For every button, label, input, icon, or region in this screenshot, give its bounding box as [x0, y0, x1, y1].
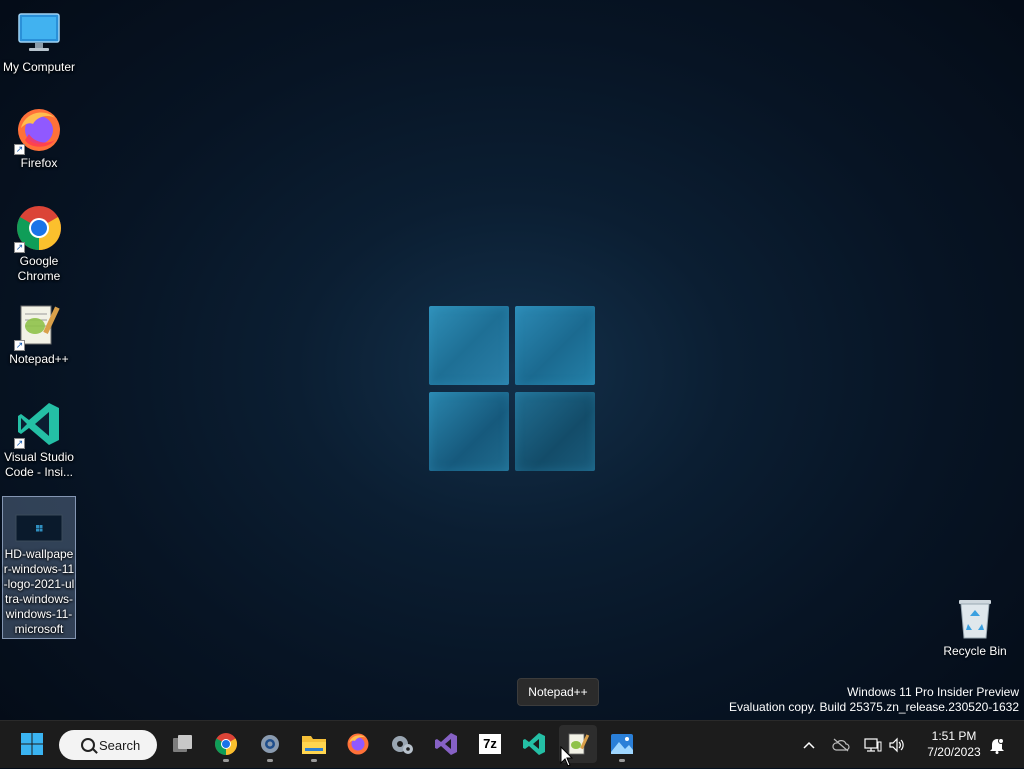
show-hidden-icons-button[interactable]: [798, 721, 820, 769]
cloud-offline-icon: [832, 738, 850, 752]
vscode-insiders-icon: ↗: [14, 400, 63, 449]
running-indicator: [311, 759, 317, 762]
image-thumbnail-icon: [15, 511, 63, 545]
clock-date: 7/20/2023: [927, 745, 981, 759]
chrome-icon: ↗: [14, 204, 63, 253]
control-settings-icon: [392, 736, 413, 754]
monitor-icon: [15, 10, 63, 58]
7zip-icon: 7z: [479, 734, 501, 754]
desktop-icon-label: Firefox: [20, 156, 58, 170]
running-indicator: [223, 759, 229, 762]
vscode-insiders-icon: [523, 733, 545, 755]
firefox-icon: ↗: [14, 106, 63, 155]
mouse-cursor-icon: [560, 746, 574, 767]
search-label: Search: [99, 737, 141, 753]
notepad-plus-plus-icon: ↗: [14, 302, 63, 351]
windows-logo-wallpaper: [429, 306, 597, 472]
clock-time: 1:51 PM: [931, 729, 977, 743]
notification-center-button[interactable]: [986, 721, 1008, 769]
watermark-edition: Windows 11 Pro Insider Preview: [847, 685, 1019, 699]
desktop-icon-label: HD-wallpaper-windows-11-logo-2021-ultra-…: [3, 547, 75, 636]
desktop-icon-vscode-insiders[interactable]: ↗ Visual Studio Code - Insi...: [2, 400, 76, 480]
shortcut-arrow-icon: ↗: [14, 340, 25, 351]
taskbar-visual-studio[interactable]: [427, 725, 465, 763]
desktop-icon-label: My Computer: [2, 60, 76, 74]
taskbar-chrome[interactable]: [207, 725, 245, 763]
volume-tray-button[interactable]: [886, 721, 908, 769]
desktop: My Computer ↗ Firefox ↗ Google Chrome ↗ …: [0, 0, 1024, 720]
file-explorer-icon: [302, 736, 326, 754]
taskbar-firefox[interactable]: [339, 725, 377, 763]
taskbar-search[interactable]: Search: [59, 730, 157, 760]
watermark-build: Evaluation copy. Build 25375.zn_release.…: [729, 700, 1019, 714]
notification-bell-icon: [990, 738, 1004, 754]
running-indicator: [267, 759, 273, 762]
taskbar-file-explorer[interactable]: [295, 725, 333, 763]
taskbar-settings[interactable]: [251, 725, 289, 763]
visual-studio-icon: [435, 733, 457, 755]
desktop-icon-notepad-plus-plus[interactable]: ↗ Notepad++: [2, 302, 76, 367]
chrome-icon: [215, 733, 237, 755]
running-indicator: [619, 759, 625, 762]
desktop-icon-label: Recycle Bin: [943, 644, 1007, 658]
start-icon: [21, 733, 43, 755]
photos-icon: [611, 734, 633, 754]
desktop-icon-label: Google Chrome: [17, 254, 61, 283]
network-tray-button[interactable]: [862, 721, 884, 769]
recycle-bin-icon: [955, 596, 995, 640]
taskbar-7zip[interactable]: 7z: [471, 725, 509, 763]
taskbar-vscode-insiders[interactable]: [515, 725, 553, 763]
desktop-icon-firefox[interactable]: ↗ Firefox: [2, 106, 76, 171]
desktop-icon-label: Visual Studio Code - Insi...: [4, 450, 74, 479]
desktop-icon-my-computer[interactable]: My Computer: [2, 10, 76, 75]
taskbar-clock[interactable]: 1:51 PM 7/20/2023: [912, 728, 996, 760]
taskbar: Search 7z 1:51 PM 7/20/2023: [0, 720, 1024, 768]
desktop-icon-label: Notepad++: [9, 352, 69, 366]
shortcut-arrow-icon: ↗: [14, 144, 25, 155]
search-icon: [81, 738, 95, 752]
evaluation-watermark: Windows 11 Pro Insider Preview Evaluatio…: [729, 685, 1019, 715]
firefox-icon: [347, 733, 369, 755]
settings-gear-icon: [261, 735, 279, 753]
taskbar-photos[interactable]: [603, 725, 641, 763]
task-view-button[interactable]: [163, 725, 201, 763]
task-view-icon: [173, 735, 192, 752]
shortcut-arrow-icon: ↗: [14, 242, 25, 253]
onedrive-tray-button[interactable]: [830, 721, 852, 769]
shortcut-arrow-icon: ↗: [14, 438, 25, 449]
desktop-icon-recycle-bin[interactable]: Recycle Bin: [940, 596, 1010, 658]
start-button[interactable]: [13, 725, 51, 763]
speaker-icon: [889, 737, 904, 753]
desktop-icon-google-chrome[interactable]: ↗ Google Chrome: [2, 204, 76, 284]
network-icon: [864, 738, 882, 752]
desktop-icon-wallpaper-file[interactable]: HD-wallpaper-windows-11-logo-2021-ultra-…: [2, 496, 76, 639]
chevron-up-icon: [803, 741, 815, 749]
taskbar-tooltip: Notepad++: [517, 678, 599, 706]
taskbar-control-settings[interactable]: [383, 725, 421, 763]
